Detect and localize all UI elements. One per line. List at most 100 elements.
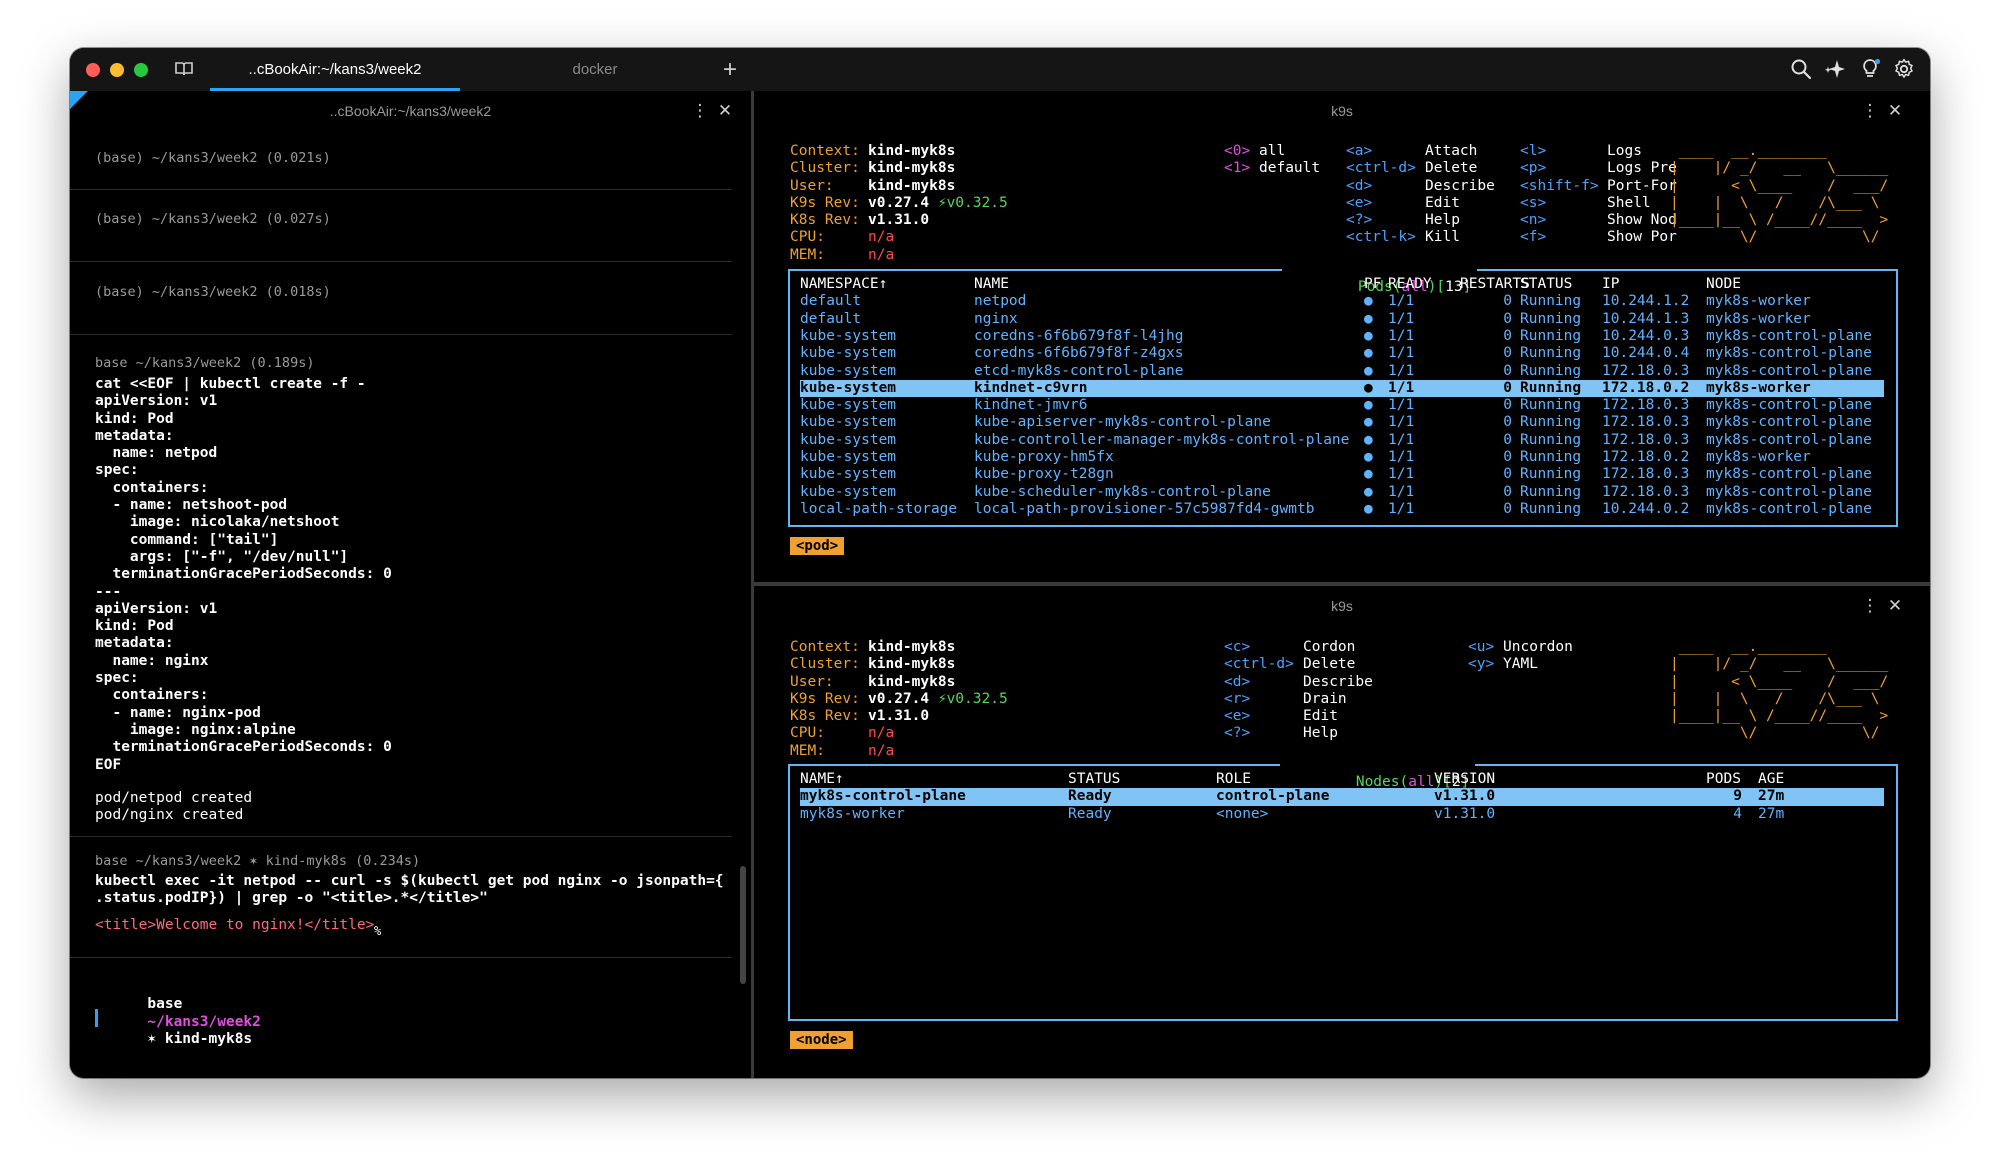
table-cell: 1/1 bbox=[1388, 310, 1415, 327]
info-value-row: kind-myk8s bbox=[868, 656, 1008, 673]
pods-pane-menu-icon[interactable]: ⋮ bbox=[1860, 101, 1880, 121]
command-line: apiVersion: v1 bbox=[95, 600, 218, 617]
table-row[interactable]: default netpod ● 1/1 0 Running 10.244.1.2 myk8s… bbox=[800, 293, 1884, 310]
prompt-path: ~/kans3/week2 bbox=[147, 1013, 261, 1030]
table-row[interactable]: default nginx ● 1/1 0 Running 10.244.1.3 myk8s-… bbox=[800, 311, 1884, 328]
table-row[interactable]: myk8s-worker Ready <none> v1.31.0 4 27m bbox=[800, 806, 1884, 823]
k9s-pods-pane-title: k9s bbox=[1331, 103, 1353, 119]
logo-line: |____|__ \ /____//____ > bbox=[1670, 708, 1889, 725]
new-tab-button[interactable]: + bbox=[710, 48, 750, 91]
table-row[interactable]: local-path-storage local-path-provisioner… bbox=[800, 501, 1884, 518]
info-label: K8s Rev: bbox=[790, 708, 860, 725]
tab-week2[interactable]: ..cBookAir:~/kans3/week2 bbox=[210, 48, 460, 91]
table-cell: myk8s-worker bbox=[1706, 293, 1811, 310]
command-line: image: nicolaka/netshoot bbox=[95, 514, 340, 531]
table-cell: myk8s-worker bbox=[1706, 379, 1811, 396]
pods-breadcrumb[interactable]: <pod> bbox=[790, 537, 845, 555]
table-cell: kube-proxy-hm5fx bbox=[974, 449, 1114, 465]
table-row[interactable]: kube-system kube-scheduler-myk8s-control-… bbox=[800, 484, 1884, 501]
info-value-row: kind-myk8s bbox=[868, 160, 1008, 177]
command-line: containers: bbox=[95, 687, 209, 704]
info-value-row: n/a bbox=[868, 247, 1008, 264]
nodes-table[interactable]: Nodes(all)[2] NAME↑ STATUS ROLE VERSION PODS… bbox=[788, 755, 1898, 1021]
table-cell: 0 bbox=[1503, 466, 1512, 483]
table-row-selected[interactable]: kube-system kindnet-c9vrn ● 1/1 0 Running 172.… bbox=[800, 379, 1884, 398]
info-label: MEM: bbox=[790, 246, 825, 263]
zoom-window-button[interactable] bbox=[134, 63, 148, 77]
table-cell: Running bbox=[1520, 379, 1582, 396]
lightbulb-icon[interactable] bbox=[1858, 57, 1882, 81]
info-value: n/a bbox=[868, 229, 895, 246]
hotkey-label: Edit bbox=[1425, 194, 1460, 211]
info-label: MEM: bbox=[790, 742, 825, 759]
info-value: n/a bbox=[868, 742, 895, 759]
hotkey-row: <ctrl-d> Delete bbox=[1224, 656, 1373, 673]
table-row[interactable]: kube-system kube-proxy-hm5fx ● 1/1 0 Running 1… bbox=[800, 449, 1884, 466]
logo-line: \/ \/ bbox=[1670, 229, 1889, 246]
hotkey-row: <y> YAML bbox=[1468, 656, 1573, 673]
pods-pane-close-icon[interactable]: ✕ bbox=[1885, 101, 1905, 121]
table-row[interactable]: kube-system kube-proxy-t28gn ● 1/1 0 Running 1… bbox=[800, 466, 1884, 483]
command-line: apiVersion: v1 bbox=[95, 393, 218, 410]
left-pane-close-icon[interactable]: ✕ bbox=[715, 101, 735, 121]
pods-table[interactable]: Pods(all)[13] NAMESPACE↑ NAME PF READY RESTA… bbox=[788, 260, 1898, 527]
table-cell: myk8s-control-plane bbox=[1706, 327, 1872, 344]
search-icon[interactable] bbox=[1789, 57, 1813, 81]
table-cell: 172.18.0.3 bbox=[1602, 397, 1690, 414]
table-cell: kube-system bbox=[800, 362, 897, 379]
table-cell: ● bbox=[1364, 362, 1373, 379]
table-cell: myk8s-control-plane bbox=[1706, 431, 1872, 448]
table-cell: kube-system bbox=[800, 431, 897, 448]
info-label: K9s Rev: bbox=[790, 194, 860, 211]
hotkey-label: Logs Pre bbox=[1607, 160, 1677, 177]
table-cell: kube-system bbox=[800, 397, 897, 414]
hotkey-label: Drain bbox=[1303, 690, 1347, 707]
minimize-window-button[interactable] bbox=[110, 63, 124, 77]
k9s-nodes-pane[interactable]: k9s ⋮ ✕ Context: Cluster: User: K9s Rev: K8s… bbox=[754, 586, 1930, 1078]
table-cell: 0 bbox=[1503, 327, 1512, 344]
hotkey-label: Show Nod bbox=[1607, 212, 1677, 229]
column-header: ROLE bbox=[1216, 771, 1251, 787]
close-window-button[interactable] bbox=[86, 63, 100, 77]
table-cell: kube-scheduler-myk8s-control-plane bbox=[974, 483, 1271, 500]
command-line: spec: bbox=[95, 462, 139, 479]
info-value: kind-myk8s bbox=[868, 160, 956, 177]
table-row[interactable]: kube-system kindnet-jmvr6 ● 1/1 0 Running 172.… bbox=[800, 397, 1884, 414]
info-value-row: kind-myk8s bbox=[868, 674, 1008, 691]
k9s-info-labels: Context: Cluster: User: K9s Rev: K8s Rev: CPU… bbox=[790, 143, 860, 264]
table-row[interactable]: kube-system kube-controller-manager-myk8s… bbox=[800, 432, 1884, 449]
hotkey-label: Attach bbox=[1425, 143, 1478, 159]
left-pane-menu-icon[interactable]: ⋮ bbox=[690, 101, 710, 121]
nodes-pane-menu-icon[interactable]: ⋮ bbox=[1860, 596, 1880, 616]
nodes-breadcrumb[interactable]: <node> bbox=[790, 1031, 853, 1049]
command-line: EOF bbox=[95, 756, 122, 773]
tab-docker[interactable]: docker bbox=[470, 48, 720, 91]
ai-sparkle-icon[interactable] bbox=[1824, 57, 1848, 81]
left-pane-scrollbar[interactable] bbox=[740, 866, 746, 984]
table-cell: 0 bbox=[1503, 431, 1512, 448]
table-row[interactable]: kube-system kube-apiserver-myk8s-control-… bbox=[800, 414, 1884, 431]
table-cell: Ready bbox=[1068, 788, 1112, 805]
k9s-hotkeys-col1: <c> Cordon <ctrl-d> Delete <d> Describe <r> Dra… bbox=[1224, 639, 1373, 743]
table-cell: kube-controller-manager-myk8s-control-pl… bbox=[974, 431, 1350, 448]
hotkey-label: all bbox=[1259, 143, 1286, 159]
k9s-pods-pane[interactable]: k9s ⋮ ✕ Context: Cluster: User: K9s Rev: K8s… bbox=[754, 91, 1930, 582]
table-row-selected[interactable]: myk8s-control-plane Ready control-plane v1.… bbox=[800, 788, 1884, 806]
hotkey-key: <r> bbox=[1224, 690, 1251, 707]
table-row[interactable]: kube-system coredns-6f6b679f8f-z4gxs ● 1/1 0… bbox=[800, 345, 1884, 362]
table-cell: myk8s-control-plane bbox=[1706, 500, 1872, 517]
info-value-row: n/a bbox=[868, 743, 1008, 760]
table-cell: 1/1 bbox=[1388, 362, 1415, 379]
hotkey-key: <1> bbox=[1224, 160, 1251, 177]
sidebar-book-icon[interactable] bbox=[174, 59, 194, 79]
gear-icon[interactable] bbox=[1892, 57, 1916, 81]
nodes-pane-close-icon[interactable]: ✕ bbox=[1885, 596, 1905, 616]
table-cell: 0 bbox=[1503, 345, 1512, 362]
info-label: Context: bbox=[790, 143, 860, 159]
input-cursor[interactable] bbox=[95, 1009, 98, 1027]
column-header: NODE bbox=[1706, 276, 1741, 292]
table-row[interactable]: kube-system coredns-6f6b679f8f-l4jhg ● 1/1 0… bbox=[800, 328, 1884, 345]
command-line: --- bbox=[95, 583, 122, 600]
table-row[interactable]: kube-system etcd-myk8s-control-plane ● 1/1 0… bbox=[800, 363, 1884, 380]
left-terminal-pane[interactable]: ..cBookAir:~/kans3/week2 ⋮ ✕ (base) ~/ka… bbox=[70, 91, 751, 1078]
